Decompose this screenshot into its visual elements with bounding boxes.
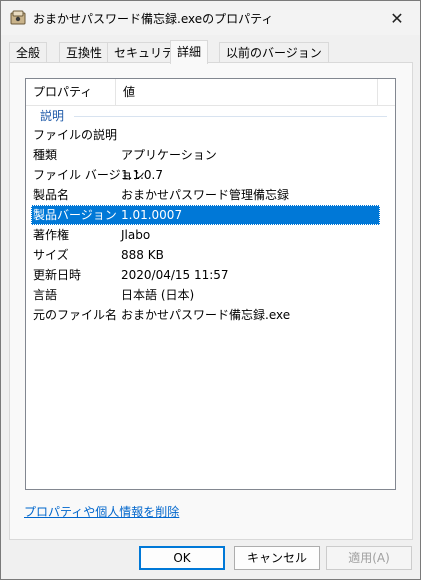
list-item-selected[interactable]: 製品バージョン 1.01.0007 <box>31 205 380 225</box>
ok-button[interactable]: OK <box>139 546 225 570</box>
property-name: 製品バージョン <box>33 208 117 222</box>
app-icon <box>10 10 26 26</box>
cancel-button[interactable]: キャンセル <box>234 546 320 570</box>
property-value: おまかせパスワード備忘録.exe <box>121 308 291 322</box>
details-panel: プロパティ 値 説明 ファイルの説明 種類 アプリケーション ファイル バージョン… <box>9 62 413 540</box>
group-divider <box>74 116 387 117</box>
title-bar: おまかせパスワード備忘録.exeのプロパティ ✕ <box>1 1 420 35</box>
column-header-value[interactable]: 値 <box>116 79 378 105</box>
property-value: 2020/04/15 11:57 <box>121 268 229 282</box>
group-description: 説明 <box>26 106 395 124</box>
apply-button[interactable]: 適用(A) <box>326 546 412 570</box>
property-name: 著作権 <box>33 228 70 242</box>
list-item[interactable]: ファイルの説明 <box>26 125 395 145</box>
property-value: 日本語 (日本) <box>121 288 195 302</box>
list-item[interactable]: 言語 日本語 (日本) <box>26 285 395 305</box>
close-icon[interactable]: ✕ <box>374 1 420 35</box>
list-item[interactable]: 更新日時 2020/04/15 11:57 <box>26 265 395 285</box>
rows: ファイルの説明 種類 アプリケーション ファイル バージョン 1.1.0.7 製品名… <box>26 125 395 325</box>
property-value: 888 KB <box>121 248 164 262</box>
list-item[interactable]: サイズ 888 KB <box>26 245 395 265</box>
list-item[interactable]: 製品名 おまかせパスワード管理備忘録 <box>26 185 395 205</box>
properties-dialog: おまかせパスワード備忘録.exeのプロパティ ✕ 全般 互換性 セキュリティ 詳… <box>0 0 421 580</box>
list-header: プロパティ 値 <box>26 79 395 106</box>
column-header-property[interactable]: プロパティ <box>26 79 116 105</box>
list-item[interactable]: ファイル バージョン 1.1.0.7 <box>26 165 395 185</box>
remove-properties-link[interactable]: プロパティや個人情報を削除 <box>24 503 179 520</box>
property-value: 1.01.0007 <box>121 208 183 222</box>
property-name: サイズ <box>33 248 69 262</box>
window-title: おまかせパスワード備忘録.exeのプロパティ <box>33 12 274 26</box>
tab-details[interactable]: 詳細 <box>170 40 209 64</box>
tab-compatibility[interactable]: 互換性 <box>59 42 110 62</box>
property-name: 種類 <box>33 148 58 162</box>
tab-previous-versions[interactable]: 以前のバージョン <box>219 42 329 62</box>
property-value: アプリケーション <box>121 148 217 162</box>
list-item[interactable]: 元のファイル名 おまかせパスワード備忘録.exe <box>26 305 395 325</box>
list-item[interactable]: 著作権 Jlabo <box>26 225 395 245</box>
property-name: 言語 <box>33 288 58 302</box>
property-name: 元のファイル名 <box>33 308 118 322</box>
tab-general[interactable]: 全般 <box>9 42 48 62</box>
property-name: 更新日時 <box>33 268 82 282</box>
property-list[interactable]: プロパティ 値 説明 ファイルの説明 種類 アプリケーション ファイル バージョン… <box>25 78 396 490</box>
group-label: 説明 <box>40 109 65 123</box>
property-name: ファイルの説明 <box>33 128 118 142</box>
property-value: Jlabo <box>121 228 151 242</box>
property-name: 製品名 <box>33 188 70 202</box>
list-item[interactable]: 種類 アプリケーション <box>26 145 395 165</box>
property-value: おまかせパスワード管理備忘録 <box>121 188 290 202</box>
property-value: 1.1.0.7 <box>121 168 163 182</box>
